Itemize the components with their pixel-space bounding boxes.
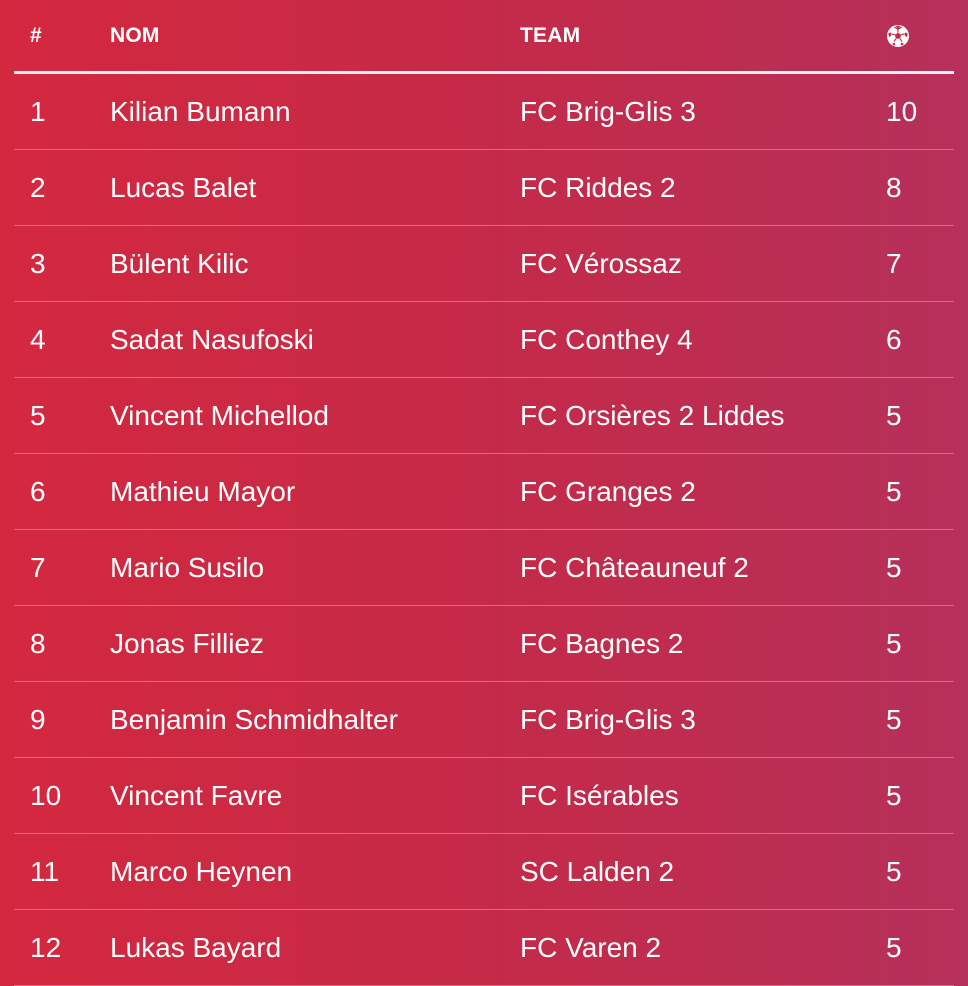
team-name-cell: FC Brig-Glis 3 [520, 95, 696, 127]
goals-cell: 5 [886, 475, 902, 507]
team-name-cell: FC Varen 2 [520, 931, 662, 963]
header-goals[interactable] [886, 0, 910, 75]
rank-cell: 1 [30, 95, 46, 127]
rank-cell: 7 [30, 551, 46, 583]
player-name-cell: Lucas Balet [110, 171, 257, 203]
rank-cell: 4 [30, 323, 46, 355]
player-name-cell: Sadat Nasufoski [110, 323, 314, 355]
player-name-cell: Kilian Bumann [110, 95, 291, 127]
goals-cell: 5 [886, 551, 902, 583]
goals-cell: 6 [886, 323, 902, 355]
rank-cell: 10 [30, 779, 62, 811]
player-name-cell: Vincent Favre [110, 779, 283, 811]
team-name-cell: FC Conthey 4 [520, 323, 693, 355]
goals-cell: 5 [886, 779, 902, 811]
team-name-cell: FC Isérables [520, 779, 679, 811]
goals-cell: 5 [886, 931, 902, 963]
player-name-cell: Marco Heynen [110, 855, 293, 887]
table-row: 9 Benjamin Schmidhalter FC Brig-Glis 3 5 [14, 682, 954, 758]
table-row: 12 Lukas Bayard FC Varen 2 5 [14, 910, 954, 986]
team-name-cell: FC Orsières 2 Liddes [520, 399, 785, 431]
goals-cell: 7 [886, 247, 902, 279]
team-name-cell: FC Bagnes 2 [520, 627, 684, 659]
table-header: # NOM TEAM [14, 0, 954, 74]
rank-cell: 11 [30, 855, 60, 887]
header-team[interactable]: TEAM [520, 0, 580, 75]
rank-cell: 5 [30, 399, 46, 431]
table-row: 5 Vincent Michellod FC Orsières 2 Liddes 5 [14, 378, 954, 454]
goals-cell: 8 [886, 171, 902, 203]
goals-cell: 5 [886, 855, 902, 887]
player-name-cell: Jonas Filliez [110, 627, 265, 659]
table-row: 10 Vincent Favre FC Isérables 5 [14, 758, 954, 834]
team-name-cell: FC Vérossaz [520, 247, 682, 279]
rank-cell: 9 [30, 703, 46, 735]
table-row: 4 Sadat Nasufoski FC Conthey 4 6 [14, 302, 954, 378]
player-name-cell: Benjamin Schmidhalter [110, 703, 398, 735]
rank-cell: 6 [30, 475, 46, 507]
header-rank[interactable]: # [30, 0, 42, 75]
goals-cell: 5 [886, 627, 902, 659]
goals-cell: 5 [886, 703, 902, 735]
team-name-cell: SC Lalden 2 [520, 855, 675, 887]
team-name-cell: FC Riddes 2 [520, 171, 676, 203]
table-row: 2 Lucas Balet FC Riddes 2 8 [14, 150, 954, 226]
table-row: 1 Kilian Bumann FC Brig-Glis 3 10 [14, 74, 954, 150]
table-row: 8 Jonas Filliez FC Bagnes 2 5 [14, 606, 954, 682]
player-name-cell: Bülent Kilic [110, 247, 249, 279]
table-row: 7 Mario Susilo FC Châteauneuf 2 5 [14, 530, 954, 606]
rank-cell: 3 [30, 247, 46, 279]
goals-cell: 10 [886, 95, 918, 127]
soccer-ball-icon [887, 24, 909, 47]
table-row: 6 Mathieu Mayor FC Granges 2 5 [14, 454, 954, 530]
goals-cell: 5 [886, 399, 902, 431]
player-name-cell: Mario Susilo [110, 551, 265, 583]
rank-cell: 12 [30, 931, 62, 963]
team-name-cell: FC Granges 2 [520, 475, 696, 507]
player-name-cell: Lukas Bayard [110, 931, 282, 963]
rank-cell: 2 [30, 171, 46, 203]
scorers-table: # NOM TEAM 1 Kilian Bumann FC Brig-Glis 31… [14, 0, 954, 986]
rank-cell: 8 [30, 627, 46, 659]
player-name-cell: Vincent Michellod [110, 399, 329, 431]
table-row: 11 Marco Heynen SC Lalden 2 5 [14, 834, 954, 910]
player-name-cell: Mathieu Mayor [110, 475, 296, 507]
team-name-cell: FC Brig-Glis 3 [520, 703, 696, 735]
header-name[interactable]: NOM [110, 0, 160, 75]
table-row: 3 Bülent Kilic FC Vérossaz 7 [14, 226, 954, 302]
team-name-cell: FC Châteauneuf 2 [520, 551, 749, 583]
